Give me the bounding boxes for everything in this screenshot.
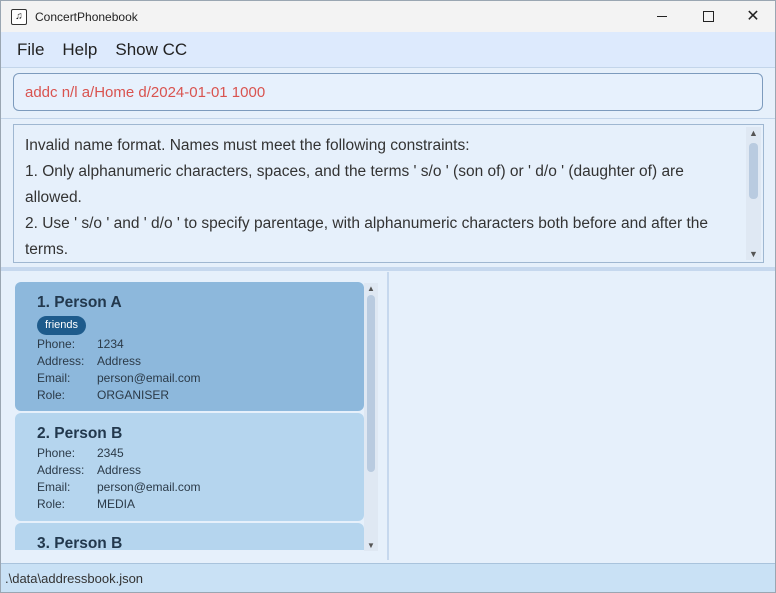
field-label: Phone:: [37, 337, 76, 351]
person-name: 1. Person A: [37, 294, 122, 311]
person-card[interactable]: 3. Person B: [15, 523, 364, 550]
close-icon: ✕: [746, 7, 760, 25]
command-input[interactable]: [14, 74, 762, 110]
result-scrollbar[interactable]: ▲ ▼: [746, 127, 761, 260]
result-display: Invalid name format. Names must meet the…: [13, 124, 764, 263]
maximize-button[interactable]: [685, 1, 731, 32]
menu-file[interactable]: File: [17, 40, 44, 60]
minimize-button[interactable]: [639, 1, 685, 32]
menu-bar: File Help Show CC: [1, 32, 775, 68]
role-value: ORGANISER: [97, 388, 170, 402]
address-value: Address: [97, 354, 142, 368]
field-label: Address:: [37, 354, 85, 368]
email-value: person@email.com: [97, 480, 201, 494]
tag-badge: friends: [37, 316, 87, 335]
music-note-icon: ♫: [11, 8, 27, 25]
maximize-icon: [702, 11, 714, 22]
status-bar: .\data\addressbook.json: [1, 563, 775, 592]
field-label: Phone:: [37, 446, 76, 460]
window-title: ConcertPhonebook: [35, 9, 138, 24]
person-name: 2. Person B: [37, 425, 123, 442]
save-location: .\data\addressbook.json: [5, 571, 144, 586]
field-label: Email:: [37, 371, 71, 385]
address-value: Address: [97, 463, 142, 477]
person-list-panel: 1. Person A friends Phone: 1234 Address: A…: [5, 272, 389, 560]
scroll-thumb[interactable]: [367, 295, 375, 472]
field-label: Role:: [37, 497, 66, 511]
detail-panel: [390, 272, 775, 560]
menu-show-cc[interactable]: Show CC: [115, 40, 187, 60]
person-name: 3. Person B: [37, 535, 123, 550]
field-label: Role:: [37, 388, 66, 402]
phone-value: 1234: [97, 337, 124, 351]
scroll-up-icon[interactable]: ▲: [364, 283, 378, 294]
scroll-down-icon[interactable]: ▼: [746, 248, 761, 260]
person-list[interactable]: 1. Person A friends Phone: 1234 Address: A…: [15, 282, 365, 550]
scroll-thumb[interactable]: [749, 143, 758, 199]
person-card[interactable]: 2. Person B Phone: 2345 Address: Address E…: [15, 413, 364, 521]
result-message: Invalid name format. Names must meet the…: [25, 137, 709, 258]
phone-value: 2345: [97, 446, 124, 460]
field-label: Address:: [37, 463, 85, 477]
menu-help[interactable]: Help: [62, 40, 97, 60]
close-button[interactable]: ✕: [730, 1, 775, 32]
minimize-icon: [657, 16, 667, 17]
title-bar[interactable]: ♫ ConcertPhonebook ✕: [1, 1, 775, 32]
list-scrollbar[interactable]: ▲ ▼: [364, 283, 378, 551]
person-card[interactable]: 1. Person A friends Phone: 1234 Address: A…: [15, 282, 364, 411]
field-label: Email:: [37, 480, 71, 494]
scroll-up-icon[interactable]: ▲: [746, 127, 761, 139]
scroll-down-icon[interactable]: ▼: [364, 540, 378, 551]
panel-divider[interactable]: [1, 267, 775, 271]
role-value: MEDIA: [97, 497, 136, 511]
app-window: ♫ ConcertPhonebook ✕ File Help Show CC I…: [0, 0, 776, 593]
command-box: [13, 73, 763, 111]
divider: [1, 118, 775, 119]
email-value: person@email.com: [97, 371, 201, 385]
